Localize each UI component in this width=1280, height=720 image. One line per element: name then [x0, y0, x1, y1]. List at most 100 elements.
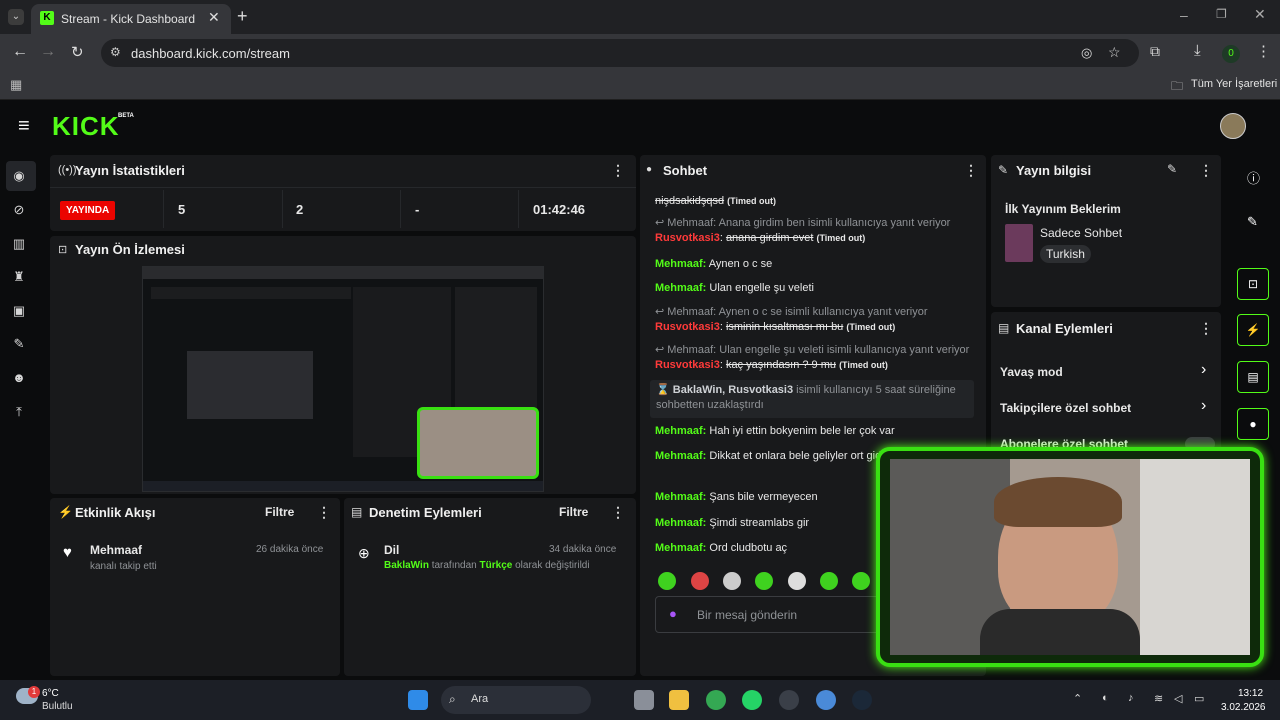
chart-icon[interactable]: ▥ [10, 235, 28, 253]
preview-video[interactable] [142, 266, 544, 492]
chat-username[interactable]: Mehmaaf: [655, 542, 706, 554]
avatar[interactable] [1220, 113, 1246, 139]
emote-icon[interactable] [820, 572, 838, 590]
stream-category[interactable]: Sadece Sohbet [1040, 226, 1122, 240]
chat-msg-text: Ord cludbotu aç [709, 542, 788, 554]
chat-username[interactable]: Rusvotkasi3 [655, 232, 720, 244]
tab-close-icon[interactable]: ✕ [208, 9, 220, 26]
activity-toggle-button[interactable]: ⚡ [1237, 314, 1269, 346]
chat-username[interactable]: Rusvotkasi3 [655, 321, 720, 333]
stream-info-menu-icon[interactable]: ⋮ [1199, 162, 1213, 179]
chat-username[interactable]: Mehmaaf: [655, 282, 706, 294]
whatsapp-icon[interactable] [742, 690, 762, 710]
clock-date[interactable]: 3.02.2026 [1221, 702, 1266, 713]
forward-icon[interactable]: → [40, 43, 56, 61]
chat-message: Mehmaaf: Hah iyi ettin bokyenim bele ler… [655, 424, 975, 439]
chat-msg-text: Şimdi streamlabs gir [709, 517, 810, 529]
slow-mode-label[interactable]: Yavaş mod [1000, 365, 1063, 379]
channel-actions-menu-icon[interactable]: ⋮ [1199, 320, 1213, 337]
star-icon[interactable]: ☆ [1108, 44, 1121, 61]
trophy-icon[interactable]: ♜ [10, 268, 28, 286]
apps-grid-icon[interactable]: ▦ [10, 77, 22, 93]
moderation-menu-icon[interactable]: ⋮ [611, 504, 625, 521]
clock-time[interactable]: 13:12 [1238, 688, 1263, 699]
battery-icon[interactable]: ▭ [1194, 692, 1204, 705]
eye-off-icon[interactable]: ◎ [1081, 45, 1092, 61]
tray-chevron-icon[interactable]: ⌃ [1073, 692, 1082, 705]
emote-icon[interactable] [723, 572, 741, 590]
pencil-icon[interactable]: ✎ [1247, 214, 1258, 230]
upload-icon[interactable]: ⤒ [10, 403, 28, 421]
stats-menu-icon[interactable]: ⋮ [611, 162, 625, 179]
browser-tab[interactable]: K Stream - Kick Dashboard ✕ [31, 4, 231, 34]
app-icon[interactable] [816, 690, 836, 710]
chat-username[interactable]: Mehmaaf: [655, 517, 706, 529]
emote-icon[interactable] [788, 572, 806, 590]
activity-user[interactable]: Mehmaaf [90, 543, 142, 557]
users-icon[interactable]: ☻ [10, 369, 28, 387]
taskbar-search[interactable]: ⌕ Ara [441, 686, 591, 714]
followers-only-label[interactable]: Takipçilere özel sohbet [1000, 401, 1131, 415]
video-icon[interactable]: ▣ [10, 302, 28, 320]
moderation-title: Denetim Eylemleri [369, 505, 482, 520]
new-tab-icon[interactable]: + [237, 6, 248, 27]
timed-out-label: (Timed out) [839, 360, 888, 370]
url-field[interactable]: ⚙ dashboard.kick.com/stream ◎ ☆ [101, 39, 1139, 67]
volume-icon[interactable]: ◁ [1174, 692, 1182, 705]
moderation-actor[interactable]: BaklaWin [384, 560, 429, 571]
chat-message: Mehmaaf: Aynen o c se [655, 257, 975, 272]
all-bookmarks-link[interactable]: Tüm Yer İşaretleri [1191, 78, 1277, 90]
mic-icon[interactable]: ● [669, 606, 677, 621]
broadcast-icon: ((•)) [58, 164, 77, 176]
edit-icon[interactable]: ✎ [1167, 162, 1177, 176]
chat-username[interactable]: Rusvotkasi3 [655, 359, 720, 371]
obs-icon[interactable] [779, 690, 799, 710]
chat-icon: ● [646, 164, 653, 175]
mic-tray-icon[interactable]: ♪ [1128, 692, 1134, 704]
steam-icon[interactable] [852, 690, 872, 710]
tab-search-icon[interactable]: ⌄ [8, 9, 24, 25]
windows-start-icon[interactable] [408, 690, 428, 710]
emote-icon[interactable] [852, 572, 870, 590]
menu-icon[interactable]: ⋮ [1256, 42, 1271, 60]
chevron-right-icon[interactable]: › [1201, 397, 1206, 415]
emote-icon[interactable] [755, 572, 773, 590]
chevron-right-icon[interactable]: › [1201, 361, 1206, 379]
chat-menu-icon[interactable]: ⋮ [964, 162, 978, 179]
moderation-filter-button[interactable]: Filtre [559, 505, 588, 519]
hamburger-icon[interactable]: ≡ [18, 115, 30, 138]
bolt-icon: ⚡ [58, 505, 73, 519]
emote-icon[interactable] [658, 572, 676, 590]
activity-menu-icon[interactable]: ⋮ [317, 504, 331, 521]
webcam-wall [1140, 459, 1250, 655]
maximize-icon[interactable]: ❐ [1216, 7, 1227, 21]
task-view-icon[interactable] [634, 690, 654, 710]
tray-app-icon[interactable]: ◐ [1102, 692, 1109, 704]
wifi-icon[interactable]: ≋ [1154, 692, 1163, 705]
chat-username[interactable]: Mehmaaf: [655, 491, 706, 503]
download-icon[interactable]: ⤓ [1194, 42, 1201, 59]
chrome-icon[interactable] [706, 690, 726, 710]
stream-icon[interactable]: ◉ [10, 167, 28, 185]
preview-toggle-button[interactable]: ⊡ [1237, 268, 1269, 300]
category-thumbnail [1005, 224, 1033, 262]
chat-toggle-button[interactable]: ● [1237, 408, 1269, 440]
chat-username[interactable]: Mehmaaf: [655, 258, 706, 270]
minimize-icon[interactable]: – [1180, 7, 1188, 23]
reload-icon[interactable]: ↻ [71, 43, 84, 61]
link-icon[interactable]: ⊘ [10, 201, 28, 219]
profile-badge[interactable]: 0 [1222, 45, 1240, 63]
back-icon[interactable]: ← [12, 43, 28, 61]
info-icon[interactable]: ⓘ [1247, 168, 1260, 187]
kick-logo[interactable]: KICK [52, 111, 120, 142]
activity-filter-button[interactable]: Filtre [265, 505, 294, 519]
emote-icon[interactable] [691, 572, 709, 590]
extensions-icon[interactable]: ⧉ [1150, 43, 1160, 60]
moderation-toggle-button[interactable]: ▤ [1237, 361, 1269, 393]
chat-username[interactable]: Mehmaaf: [655, 425, 706, 437]
wrench-icon[interactable]: ✎ [10, 335, 28, 353]
chat-username[interactable]: Mehmaaf: [655, 450, 706, 462]
site-info-icon[interactable]: ⚙ [110, 45, 121, 59]
window-close-icon[interactable]: ✕ [1254, 6, 1266, 23]
file-explorer-icon[interactable] [669, 690, 689, 710]
